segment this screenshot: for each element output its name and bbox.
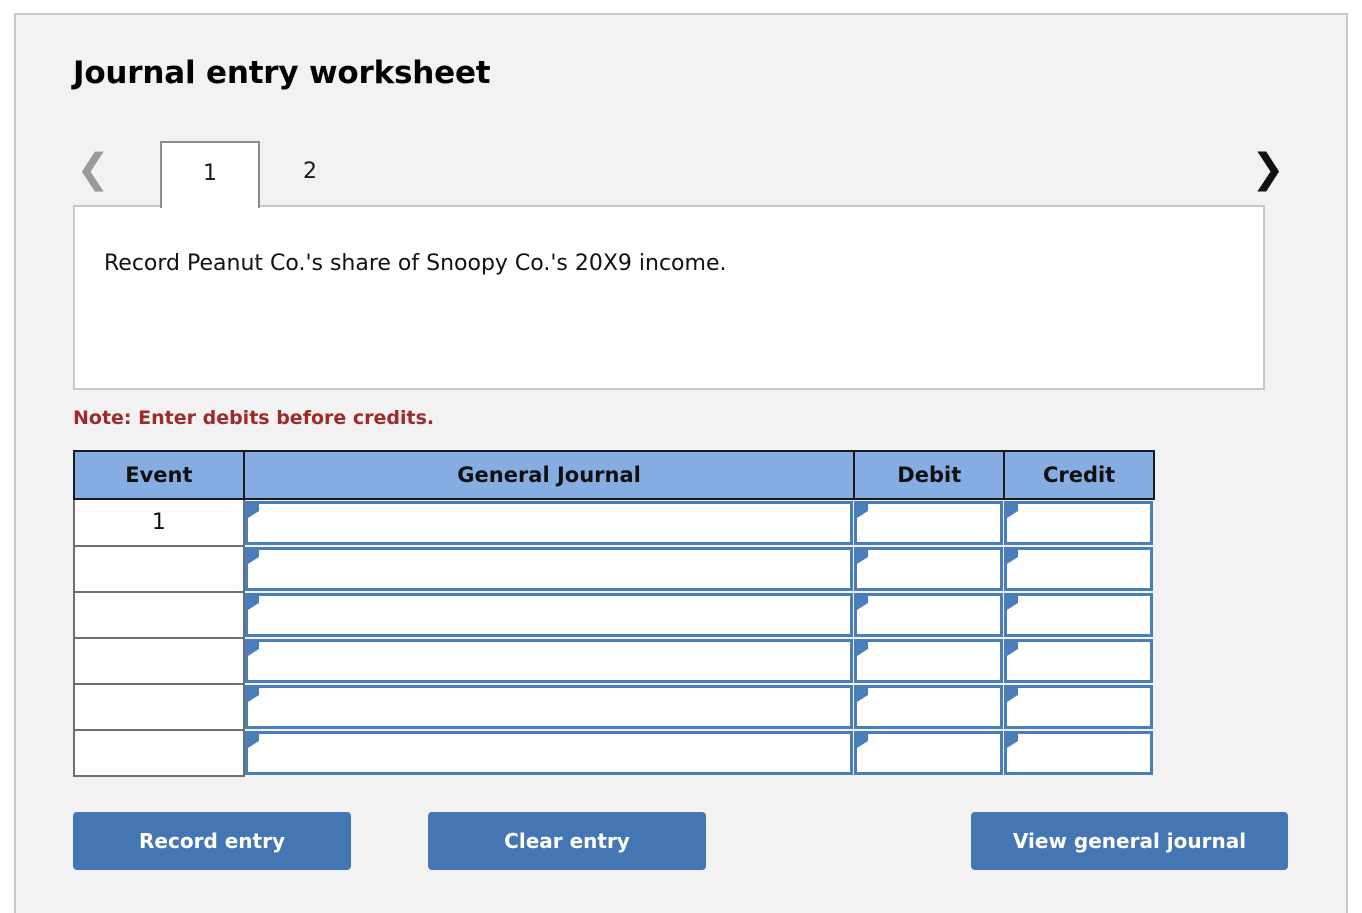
- credit-cell: [1004, 730, 1154, 776]
- table-header-row: Event General Journal Debit Credit: [73, 450, 1155, 500]
- column-header-event: Event: [73, 450, 245, 500]
- tab-2-label: 2: [303, 159, 317, 184]
- clear-entry-button[interactable]: Clear entry: [428, 812, 706, 870]
- general-journal-cell: [244, 684, 855, 730]
- credit-cell: [1004, 546, 1154, 592]
- table-row: [73, 683, 1154, 731]
- general-journal-input[interactable]: [244, 639, 854, 683]
- general-journal-cell: [244, 592, 855, 638]
- credit-input[interactable]: [1004, 685, 1153, 729]
- tab-strip: ❮ 1 2 ❯: [73, 130, 1288, 208]
- debit-cell: [854, 730, 1004, 776]
- credit-input[interactable]: [1004, 593, 1153, 637]
- debit-input[interactable]: [854, 685, 1004, 729]
- credit-cell: [1004, 499, 1154, 546]
- credit-input[interactable]: [1004, 731, 1153, 775]
- column-header-general-journal: General Journal: [242, 450, 856, 500]
- event-cell: [73, 683, 245, 731]
- debits-before-credits-note: Note: Enter debits before credits.: [73, 407, 435, 429]
- debit-input[interactable]: [854, 501, 1004, 545]
- credit-cell: [1004, 684, 1154, 730]
- table-row: [73, 637, 1154, 685]
- table-row: [73, 545, 1154, 593]
- general-journal-input[interactable]: [244, 731, 854, 775]
- debit-cell: [854, 684, 1004, 730]
- tab-1-label: 1: [203, 161, 217, 186]
- debit-input[interactable]: [854, 639, 1004, 683]
- credit-input[interactable]: [1004, 547, 1153, 591]
- column-header-credit: Credit: [1003, 450, 1155, 500]
- general-journal-input[interactable]: [244, 685, 854, 729]
- debit-cell: [854, 592, 1004, 638]
- general-journal-cell: [244, 546, 855, 592]
- event-cell: [73, 637, 245, 685]
- table-row: [73, 729, 1154, 777]
- general-journal-input[interactable]: [244, 501, 854, 545]
- general-journal-cell: [244, 638, 855, 684]
- credit-input[interactable]: [1004, 639, 1153, 683]
- event-cell: 1: [73, 498, 245, 547]
- table-row: 1: [73, 498, 1154, 547]
- view-general-journal-button[interactable]: View general journal: [971, 812, 1288, 870]
- journal-entry-table: Event General Journal Debit Credit 1: [73, 450, 1155, 777]
- journal-entry-panel: Journal entry worksheet ❮ 1 2 ❯ Record P…: [14, 13, 1348, 913]
- general-journal-cell: [244, 499, 855, 546]
- table-row: [73, 591, 1154, 639]
- tab-1[interactable]: 1: [160, 141, 260, 208]
- debit-input[interactable]: [854, 547, 1004, 591]
- chevron-left-icon[interactable]: ❮: [73, 146, 113, 192]
- debit-cell: [854, 546, 1004, 592]
- credit-cell: [1004, 592, 1154, 638]
- credit-input[interactable]: [1004, 501, 1153, 545]
- event-cell: [73, 591, 245, 639]
- entry-description-box: Record Peanut Co.'s share of Snoopy Co.'…: [73, 205, 1265, 390]
- debit-input[interactable]: [854, 731, 1004, 775]
- column-header-debit: Debit: [853, 450, 1006, 500]
- debit-cell: [854, 638, 1004, 684]
- event-cell: [73, 729, 245, 777]
- debit-input[interactable]: [854, 593, 1004, 637]
- tab-2[interactable]: 2: [260, 141, 360, 208]
- debit-cell: [854, 499, 1004, 546]
- entry-description-text: Record Peanut Co.'s share of Snoopy Co.'…: [104, 251, 727, 276]
- general-journal-input[interactable]: [244, 593, 854, 637]
- general-journal-input[interactable]: [244, 547, 854, 591]
- record-entry-button[interactable]: Record entry: [73, 812, 351, 870]
- credit-cell: [1004, 638, 1154, 684]
- page-title: Journal entry worksheet: [73, 55, 491, 91]
- event-cell: [73, 545, 245, 593]
- general-journal-cell: [244, 730, 855, 776]
- chevron-right-icon[interactable]: ❯: [1248, 146, 1288, 192]
